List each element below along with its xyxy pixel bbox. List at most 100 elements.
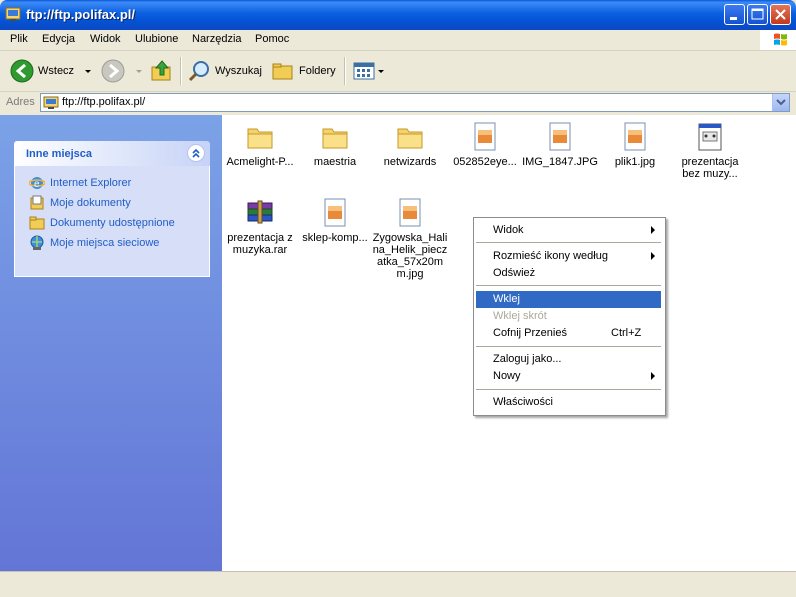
menu-separator — [476, 389, 661, 390]
menu-edycja[interactable]: Edycja — [42, 33, 75, 45]
file-name: prezentacja z muzyka.rar — [227, 232, 293, 256]
forward-button[interactable] — [101, 57, 145, 85]
image-file-icon — [549, 122, 571, 151]
file-item[interactable]: prezentacja z muzyka.rar — [222, 197, 298, 256]
file-item[interactable]: Acmelight-P... — [222, 121, 298, 168]
menu-item-widok[interactable]: Widok — [476, 222, 661, 239]
ftp-icon — [43, 96, 59, 109]
menu-pomoc[interactable]: Pomoc — [255, 33, 289, 45]
minimize-button[interactable] — [724, 4, 745, 25]
maximize-icon — [751, 8, 764, 20]
sidebar-item-my-documents[interactable]: Moje dokumenty — [29, 194, 131, 212]
file-item[interactable]: sklep-komp... — [297, 197, 373, 244]
file-name: plik1.jpg — [614, 156, 656, 168]
task-pane: Inne miejsca e Internet Explorer Moje do… — [0, 115, 222, 571]
menu-item-login-as[interactable]: Zaloguj jako... — [476, 351, 661, 368]
folders-button[interactable]: Foldery — [271, 57, 336, 85]
file-item[interactable]: Zygowska_Halina_Helik_pieczatka_57x20mm.… — [372, 197, 448, 280]
submenu-arrow-icon — [651, 252, 655, 260]
sidebar-item-network-places[interactable]: Moje miejsca sieciowe — [29, 234, 159, 252]
file-name: netwizards — [383, 156, 437, 168]
menu-separator — [476, 346, 661, 347]
menu-separator — [476, 242, 661, 243]
folders-icon — [272, 63, 293, 80]
submenu-arrow-icon — [651, 372, 655, 380]
menu-item-label: Wklej — [493, 293, 520, 305]
context-menu: Widok Rozmieść ikony według Odśwież Wkle… — [473, 217, 666, 416]
network-places-icon — [30, 235, 44, 250]
address-dropdown-button[interactable] — [772, 94, 789, 111]
close-button[interactable] — [770, 4, 791, 25]
shared-docs-icon — [29, 216, 45, 230]
menu-item-paste[interactable]: Wklej — [476, 291, 661, 308]
status-bar — [0, 571, 796, 597]
image-file-icon — [399, 198, 421, 227]
views-button[interactable] — [352, 57, 386, 85]
back-button[interactable]: Wstecz — [10, 57, 94, 85]
menu-item-shortcut: Ctrl+Z — [611, 327, 642, 339]
address-label: Adres — [6, 96, 35, 108]
close-icon — [775, 9, 786, 20]
sidebar-item-shared-documents[interactable]: Dokumenty udostępnione — [29, 214, 175, 232]
search-button[interactable]: Wyszukaj — [187, 57, 262, 85]
views-dropdown-icon — [378, 70, 384, 73]
maximize-button[interactable] — [747, 4, 768, 25]
sidebar-item-label: Moje dokumenty — [50, 197, 131, 209]
menu-item-label: Zaloguj jako... — [493, 353, 562, 365]
menu-item-paste-shortcut[interactable]: Wklej skrót — [476, 308, 661, 325]
address-bar: Adres ftp://ftp.polifax.pl/ — [0, 92, 796, 114]
menu-item-new[interactable]: Nowy — [476, 368, 661, 385]
collapse-chevron-icon — [192, 148, 200, 158]
panel-body: e Internet Explorer Moje dokumenty Dokum… — [14, 166, 210, 277]
menu-item-refresh[interactable]: Odśwież — [476, 265, 661, 282]
window-title: ftp://ftp.polifax.pl/ — [26, 7, 136, 22]
menu-item-undo-move[interactable]: Cofnij Przenieś Ctrl+Z — [476, 325, 661, 342]
file-name: Acmelight-P... — [226, 156, 294, 168]
panel-title: Inne miejsca — [26, 148, 93, 160]
ie-icon: e — [29, 177, 45, 190]
up-folder-button[interactable] — [150, 57, 174, 85]
file-item[interactable]: IMG_1847.JPG — [522, 121, 598, 168]
file-item[interactable]: netwizards — [372, 121, 448, 168]
collapse-button[interactable] — [187, 144, 205, 162]
back-dropdown-icon[interactable] — [82, 65, 94, 77]
panel-header[interactable]: Inne miejsca — [14, 141, 210, 166]
menu-bar: Plik Edycja Widok Ulubione Narzędzia Pom… — [0, 30, 796, 51]
file-item[interactable]: 052852eye... — [447, 121, 523, 168]
explorer-window: ftp://ftp.polifax.pl/ Plik Edycja Widok … — [0, 0, 796, 597]
menu-ulubione[interactable]: Ulubione — [135, 33, 178, 45]
forward-dropdown-icon[interactable] — [133, 65, 145, 77]
title-bar[interactable]: ftp://ftp.polifax.pl/ — [0, 0, 796, 30]
menu-plik[interactable]: Plik — [10, 33, 28, 45]
menu-item-arrange-icons[interactable]: Rozmieść ikony według — [476, 248, 661, 265]
back-label: Wstecz — [38, 65, 75, 77]
menu-item-properties[interactable]: Właściwości — [476, 394, 661, 411]
folder-icon — [247, 128, 273, 149]
other-places-panel: Inne miejsca e Internet Explorer Moje do… — [14, 141, 210, 277]
minimize-icon — [730, 17, 737, 20]
sidebar-item-internet-explorer[interactable]: e Internet Explorer — [29, 174, 131, 192]
windows-flag-icon — [774, 33, 787, 46]
executable-file-icon — [698, 123, 722, 151]
file-name: IMG_1847.JPG — [522, 156, 598, 168]
menu-item-label: Właściwości — [493, 396, 553, 408]
back-arrow-icon — [10, 59, 34, 83]
my-documents-icon — [30, 195, 44, 210]
ftp-folder-icon — [5, 7, 21, 21]
address-value: ftp://ftp.polifax.pl/ — [62, 96, 146, 108]
file-item[interactable]: plik1.jpg — [597, 121, 673, 168]
menu-widok[interactable]: Widok — [90, 33, 121, 45]
submenu-arrow-icon — [651, 226, 655, 234]
file-name: sklep-komp... — [302, 232, 368, 244]
toolbar-separator — [180, 57, 182, 85]
image-file-icon — [624, 122, 646, 151]
search-icon — [188, 61, 209, 82]
file-name: 052852eye... — [453, 156, 517, 168]
address-field[interactable]: ftp://ftp.polifax.pl/ — [40, 93, 790, 112]
folders-label: Foldery — [299, 65, 336, 77]
file-item[interactable]: prezentacja bez muzy... — [672, 121, 748, 180]
menu-narzedzia[interactable]: Narzędzia — [192, 33, 242, 45]
menu-separator — [476, 285, 661, 286]
image-file-icon — [324, 198, 346, 227]
file-item[interactable]: maestria — [297, 121, 373, 168]
